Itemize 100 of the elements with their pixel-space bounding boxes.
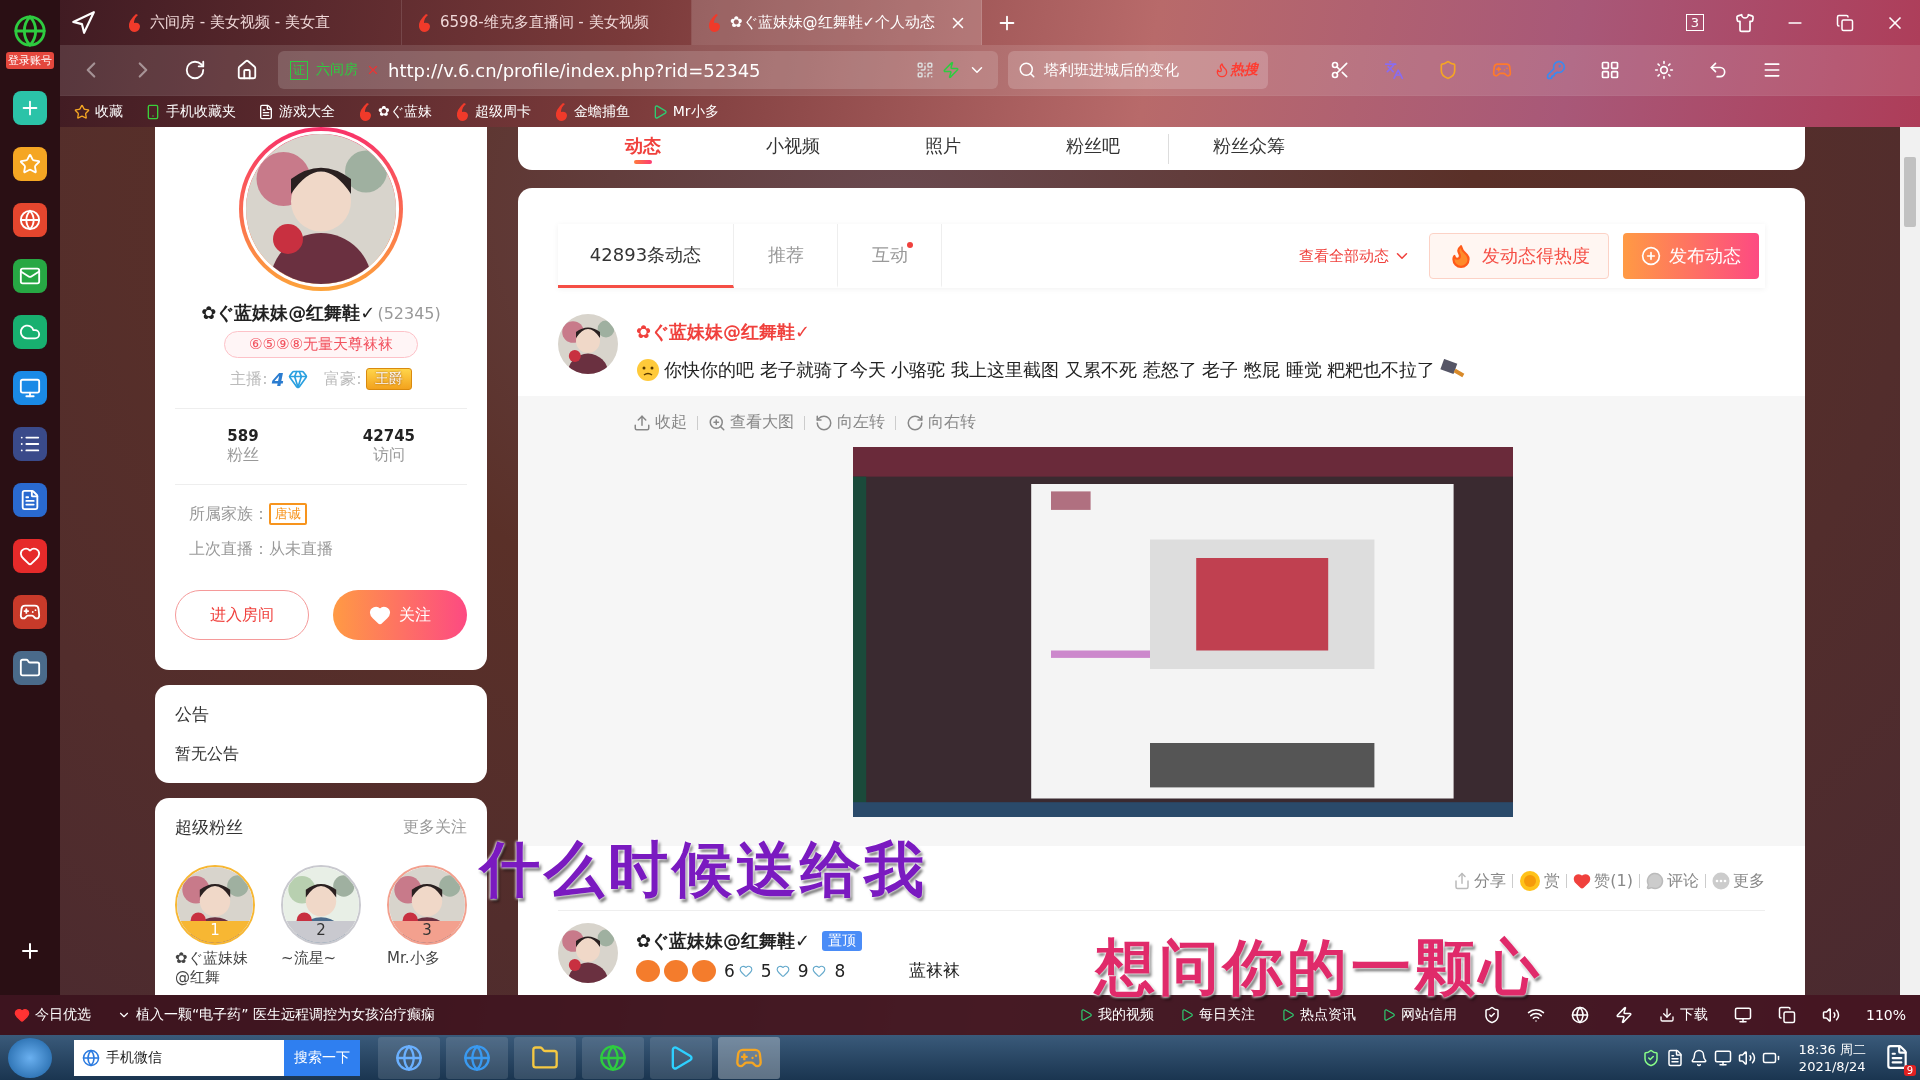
taskbar-app[interactable] (718, 1036, 780, 1079)
post-action[interactable]: 分享 (1453, 870, 1507, 892)
zoom-level[interactable]: 110% (1865, 1007, 1906, 1023)
navigation-icon[interactable] (70, 9, 96, 36)
brightness-icon[interactable] (1654, 60, 1674, 80)
rotate-right-icon (906, 413, 924, 432)
globe-icon[interactable] (13, 203, 47, 237)
cloud-icon[interactable] (13, 315, 47, 349)
bookmark[interactable]: 收藏 (74, 102, 123, 121)
wifi-icon[interactable] (1526, 1006, 1545, 1024)
profile-tab[interactable]: 照片 (868, 134, 1018, 164)
window-icon[interactable] (1777, 1006, 1796, 1024)
post-action[interactable]: 评论 (1646, 870, 1699, 892)
fan-name[interactable]: ✿ぐ蓝妹妹@红舞 (175, 949, 255, 987)
fan-name[interactable]: Mr.小多 (387, 949, 467, 968)
shirt-icon[interactable] (1735, 12, 1755, 33)
bookmark[interactable]: 金蟾捕鱼 (552, 101, 630, 122)
profile-tab[interactable]: 动态 (568, 134, 718, 164)
scissors-icon[interactable] (1330, 60, 1350, 80)
like-icon (1573, 872, 1592, 890)
monitor-icon[interactable] (13, 371, 47, 405)
reload-icon[interactable] (184, 59, 206, 81)
author-name[interactable]: ✿ぐ蓝妹妹@红舞鞋✓ (636, 320, 1466, 344)
bell-icon[interactable] (1690, 1048, 1709, 1067)
stat-label: 访问 (372, 445, 405, 466)
login-label[interactable]: 登录账号 (6, 52, 54, 69)
globe-icon[interactable] (1570, 1006, 1589, 1024)
undo-icon[interactable] (1708, 60, 1728, 80)
taskbar-app[interactable] (446, 1036, 508, 1079)
monitor-icon[interactable] (1733, 1006, 1752, 1024)
folder-icon[interactable] (13, 651, 47, 685)
lightning-icon[interactable] (1614, 1006, 1633, 1024)
heart-icon (369, 604, 391, 626)
shield-icon[interactable] (1642, 1048, 1661, 1067)
comment-icon (1646, 872, 1664, 890)
profile-tab[interactable]: 粉丝众筹 (1168, 134, 1328, 164)
list-icon[interactable] (13, 427, 47, 461)
enter-room-button[interactable]: 进入房间 (175, 590, 309, 640)
diamond-icon (288, 369, 309, 389)
taskbar-app[interactable] (378, 1036, 440, 1079)
stat-value: 42745 (362, 427, 416, 445)
taskbar-search-field[interactable]: 手机微信 (74, 1039, 284, 1076)
desktop-lyrics: 想问你的一颗心 (1095, 931, 1543, 1004)
document-icon[interactable] (1666, 1048, 1685, 1067)
browser-tab[interactable]: 6598-维克多直播间 - 美女视频 (402, 0, 692, 45)
bookmark[interactable]: 游戏大全 (258, 102, 335, 121)
today-picks-link[interactable]: 今日优选 (14, 1006, 91, 1024)
pumpkin-icon (692, 959, 716, 982)
gamepad-icon[interactable] (13, 595, 47, 629)
status-link[interactable]: 我的视频 (1078, 1006, 1154, 1024)
clock-date[interactable]: 2021/8/24 (1798, 1059, 1866, 1074)
bookmark[interactable]: ✿ぐ蓝妹 (357, 101, 432, 122)
fan-name[interactable]: ~流星~ (281, 949, 361, 968)
author-name[interactable]: ✿ぐ蓝妹妹@红舞鞋✓ (636, 929, 811, 953)
play-icon (1280, 1008, 1295, 1022)
post-action[interactable]: 赏 (1519, 870, 1561, 892)
filter-dropdown[interactable]: 查看全部动态 (1299, 246, 1411, 266)
browser-tab[interactable]: ✿ぐ蓝妹妹@红舞鞋✓个人动态 (692, 0, 982, 45)
home-icon[interactable] (236, 59, 258, 81)
author-avatar[interactable] (558, 314, 618, 374)
collapse-icon (633, 413, 651, 432)
volume-icon[interactable] (1738, 1048, 1757, 1067)
start-button[interactable] (8, 1037, 52, 1078)
tab-count[interactable]: 3 (1685, 14, 1705, 31)
scrollbar-thumb[interactable] (1904, 157, 1916, 227)
plus-icon[interactable] (13, 91, 47, 125)
grid-icon[interactable] (1600, 60, 1620, 80)
profile-tab[interactable]: 小视频 (718, 134, 868, 164)
post-action[interactable]: 更多 (1712, 870, 1765, 892)
heart-icon (775, 963, 790, 978)
fan-avatar[interactable]: 2 (281, 865, 361, 945)
feed-tab[interactable]: 42893条动态 (558, 224, 734, 288)
author-avatar[interactable] (558, 923, 618, 983)
rich-label: 富豪: (324, 368, 362, 390)
restore-icon[interactable] (1836, 13, 1854, 32)
taskbar-app[interactable] (650, 1036, 712, 1079)
menu-icon[interactable] (1762, 60, 1782, 80)
status-link[interactable]: 每日关注 (1179, 1006, 1255, 1024)
profile-tab[interactable]: 粉丝吧 (1018, 134, 1168, 164)
volume-icon[interactable] (1821, 1006, 1840, 1024)
taskbar-app[interactable] (582, 1036, 644, 1079)
status-link[interactable]: 网站信用 (1381, 1006, 1457, 1024)
browser-tab[interactable]: 六间房 - 美女视频 - 美女直 (112, 0, 402, 45)
mail-icon[interactable] (13, 259, 47, 293)
fan-avatar[interactable]: 3 (387, 865, 467, 945)
clock-time[interactable]: 18:36 周二 (1798, 1041, 1866, 1059)
room-id: (52345) (377, 304, 441, 323)
shield-icon[interactable] (1482, 1006, 1501, 1024)
bookmark[interactable]: Mr小多 (651, 102, 719, 121)
address-field[interactable]: 证 六间房 http://v.6.cn/profile/index.php?rid=52345 (278, 51, 998, 89)
post-text: 6 (724, 960, 735, 981)
document-icon[interactable] (13, 483, 47, 517)
post-action[interactable]: 赞(1) (1573, 870, 1633, 892)
news-link[interactable]: 植入一颗“电子药” 医生远程调控为女孩治疗癫痫 (117, 1006, 435, 1024)
bookmark[interactable]: 超级周卡 (453, 101, 531, 122)
taskbar-app[interactable] (514, 1036, 576, 1079)
search-button[interactable]: 搜索一下 (284, 1039, 360, 1076)
status-link[interactable]: 热点资讯 (1280, 1006, 1356, 1024)
bookmark[interactable]: 手机收藏夹 (145, 102, 236, 121)
download-link[interactable]: 下载 (1658, 1006, 1708, 1024)
